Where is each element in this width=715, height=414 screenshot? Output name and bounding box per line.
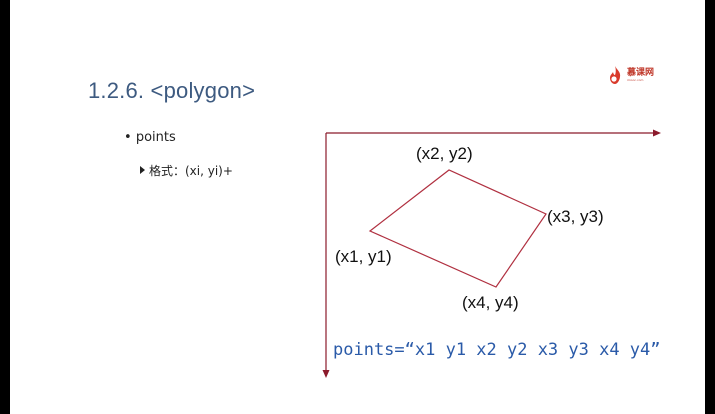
point-label-4: (x4, y4) [462, 293, 519, 312]
sample-polygon [368, 169, 547, 288]
points-code-example: points=“x1 y1 x2 y2 x3 y3 x4 y4” [333, 340, 661, 360]
point-label-2: (x2, y2) [416, 144, 473, 163]
point-label-1: (x1, y1) [335, 247, 392, 266]
point-label-3: (x3, y3) [547, 207, 604, 226]
y-axis-arrow-icon [322, 370, 330, 378]
x-axis-arrow-icon [653, 129, 661, 137]
slide-frame: 1.2.6. <polygon> 慕课网 imooc.com • points … [0, 0, 715, 414]
